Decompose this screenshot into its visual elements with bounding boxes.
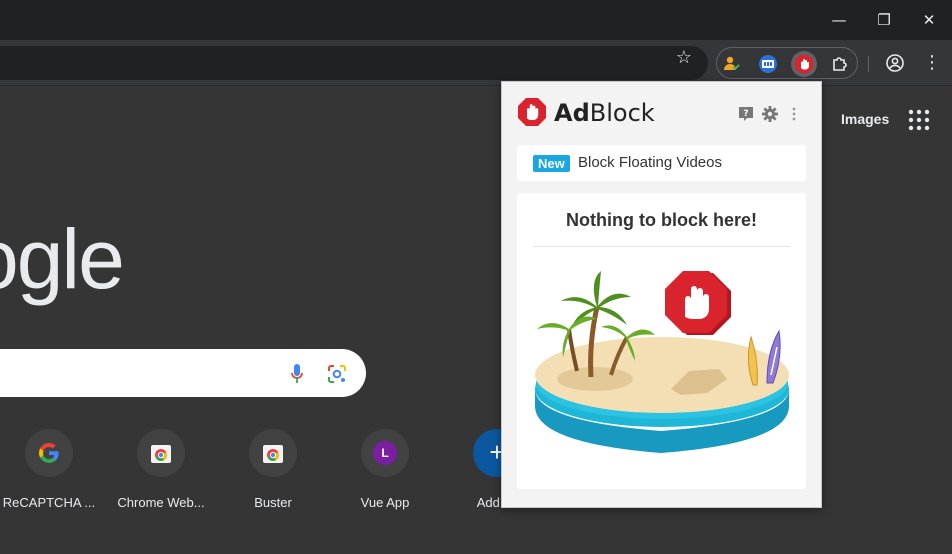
shortcut-label: Vue App xyxy=(360,495,410,510)
shortcut-vue-app[interactable]: L Vue App xyxy=(329,429,441,510)
google-apps-icon[interactable] xyxy=(908,109,930,131)
shortcut-label: Buster xyxy=(254,495,292,510)
voice-search-icon[interactable] xyxy=(290,363,304,385)
restore-button[interactable]: ❐ xyxy=(872,8,896,32)
shortcut-recaptcha[interactable]: ReCAPTCHA ... xyxy=(0,429,105,510)
status-title: Nothing to block here! xyxy=(566,210,757,230)
adblock-brand: AdBlock xyxy=(554,99,655,127)
google-logo: ogle xyxy=(0,212,125,306)
address-bar[interactable] xyxy=(0,46,708,80)
vue-app-letter: L xyxy=(373,441,397,465)
brand-bold: Ad xyxy=(554,99,590,127)
adblock-logo-icon xyxy=(518,98,546,126)
search-box[interactable] xyxy=(0,349,366,397)
chrome-web-store-icon xyxy=(249,429,297,477)
new-badge: New xyxy=(533,155,570,172)
google-g-icon xyxy=(25,429,73,477)
minimize-button[interactable]: — xyxy=(827,8,851,32)
popup-header: AdBlock ? xyxy=(502,82,821,142)
news-banner[interactable]: New Block Floating Videos xyxy=(517,145,806,181)
brand-rest: Block xyxy=(589,99,655,127)
title-bar: — ❐ ✕ xyxy=(0,0,952,40)
shortcut-label: ReCAPTCHA ... xyxy=(2,495,96,510)
news-text: Block Floating Videos xyxy=(578,154,722,171)
adblock-popup: AdBlock ? New Block Floating Videos Noth… xyxy=(501,81,822,508)
translate-extension-icon[interactable] xyxy=(755,51,781,77)
letter-avatar-icon: L xyxy=(361,429,409,477)
settings-gear-icon[interactable] xyxy=(761,105,779,123)
island-illustration xyxy=(535,271,789,453)
user-check-extension-icon[interactable] xyxy=(719,51,745,77)
card-divider xyxy=(533,246,790,247)
shortcut-chrome-web-store[interactable]: Chrome Web... xyxy=(105,429,217,510)
images-link[interactable]: Images xyxy=(841,111,889,127)
bookmark-star-icon[interactable]: ☆ xyxy=(672,46,696,70)
toolbar-separator xyxy=(868,56,869,72)
profile-icon[interactable] xyxy=(883,51,907,75)
close-button[interactable]: ✕ xyxy=(917,8,941,32)
status-card: Nothing to block here! xyxy=(517,193,806,489)
help-icon[interactable]: ? xyxy=(737,105,755,123)
puzzle-extensions-icon[interactable] xyxy=(827,51,853,77)
lens-search-icon[interactable] xyxy=(327,364,347,384)
adblock-extension-icon[interactable] xyxy=(791,51,817,77)
shortcut-label: Chrome Web... xyxy=(117,495,205,510)
shortcut-buster[interactable]: Buster xyxy=(217,429,329,510)
chrome-web-store-icon xyxy=(137,429,185,477)
more-options-icon[interactable] xyxy=(785,105,803,123)
svg-text:?: ? xyxy=(743,109,748,119)
browser-menu-icon[interactable]: ⋮ xyxy=(920,51,944,75)
browser-toolbar: ☆ ⋮ xyxy=(0,40,952,86)
extensions-group xyxy=(716,47,858,79)
